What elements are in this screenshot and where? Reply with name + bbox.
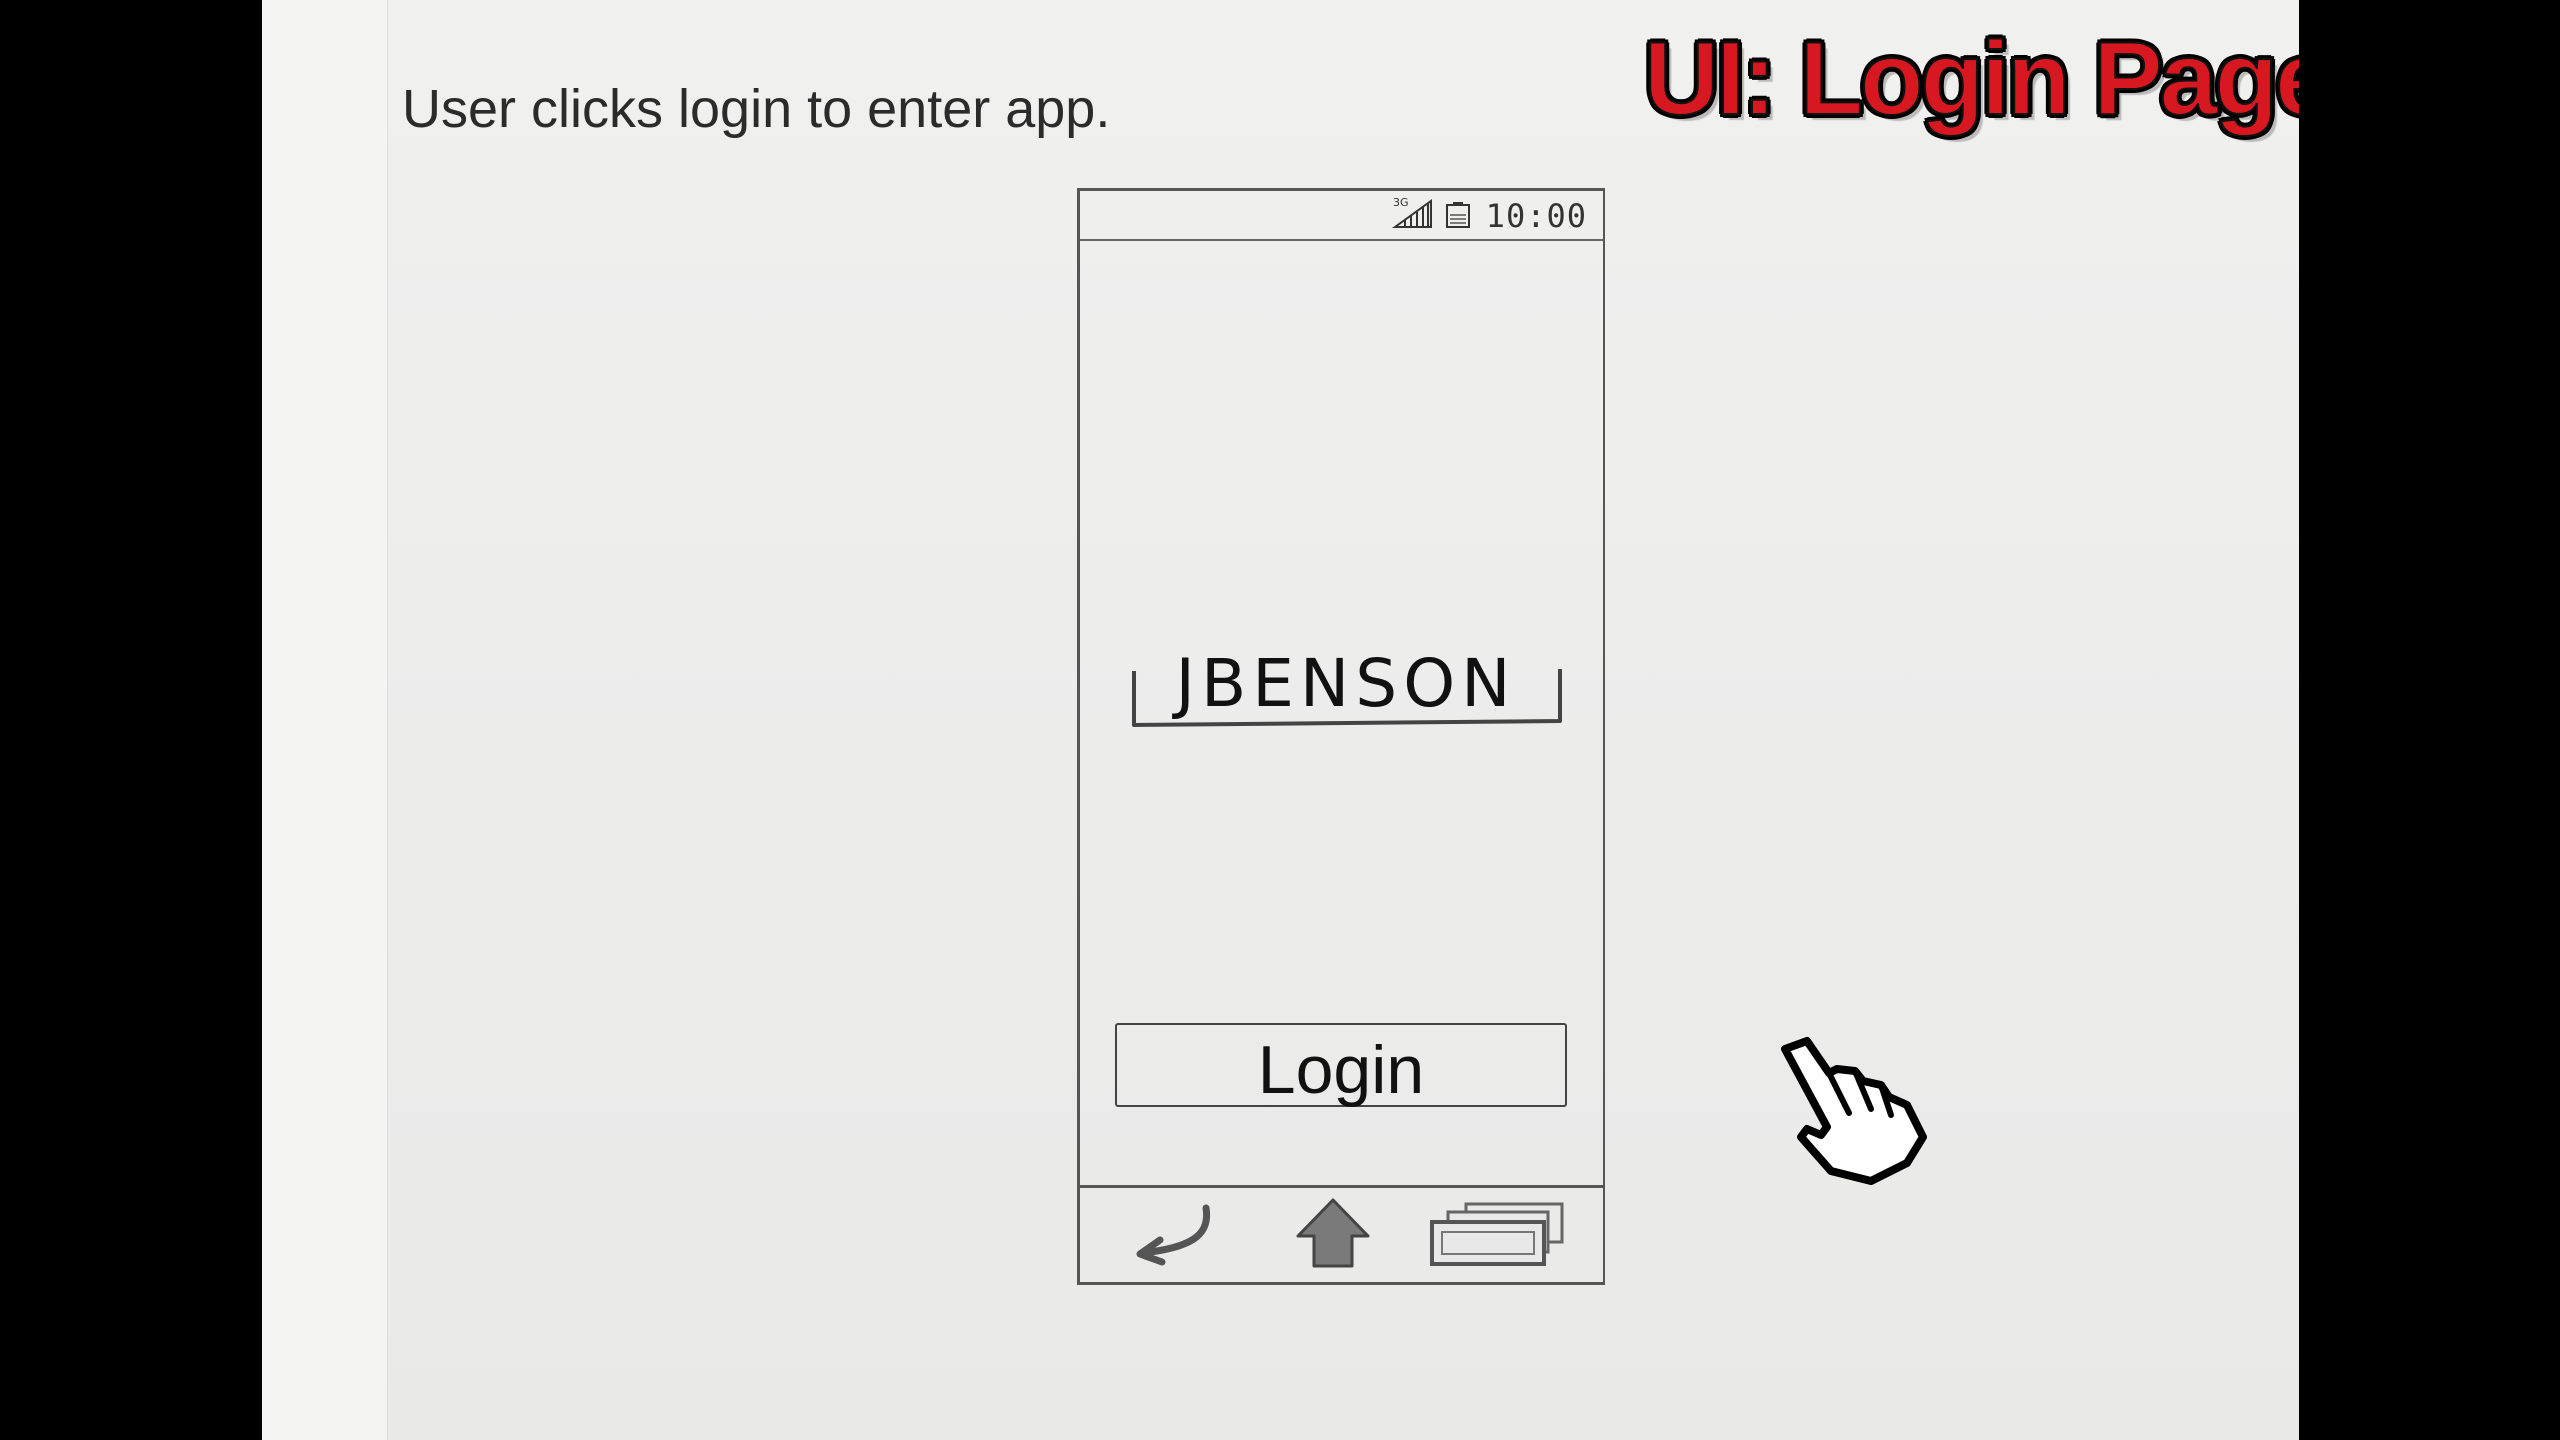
signal-3g-icon: 3G <box>1391 196 1432 228</box>
back-arrow-icon[interactable] <box>1126 1202 1216 1266</box>
slide-caption: User clicks login to enter app. <box>402 79 1111 139</box>
navigation-bar <box>1080 1185 1603 1282</box>
login-button[interactable]: Login <box>1115 1023 1567 1108</box>
username-value: JBENSON <box>1175 645 1517 722</box>
battery-icon <box>1446 202 1470 228</box>
slide-stage: User clicks login to enter app. UI: Logi… <box>0 0 2560 1440</box>
paper-margin <box>262 0 388 1440</box>
status-bar: 3G 10:00 <box>1080 191 1603 241</box>
login-button-label: Login <box>1257 1032 1425 1108</box>
slide-title: UI: Login Page <box>1643 20 2299 138</box>
home-arrow-icon[interactable] <box>1292 1196 1374 1270</box>
status-time: 10:00 <box>1485 197 1587 235</box>
phone-wireframe: 3G 10:00 JBENSON Login <box>1077 188 1605 1285</box>
sketch-paper: User clicks login to enter app. UI: Logi… <box>262 0 2299 1440</box>
network-label: 3G <box>1393 196 1409 209</box>
username-field[interactable]: JBENSON <box>1130 631 1562 731</box>
recent-apps-icon[interactable] <box>1428 1198 1568 1270</box>
hand-pointer-icon <box>1781 1037 1927 1185</box>
